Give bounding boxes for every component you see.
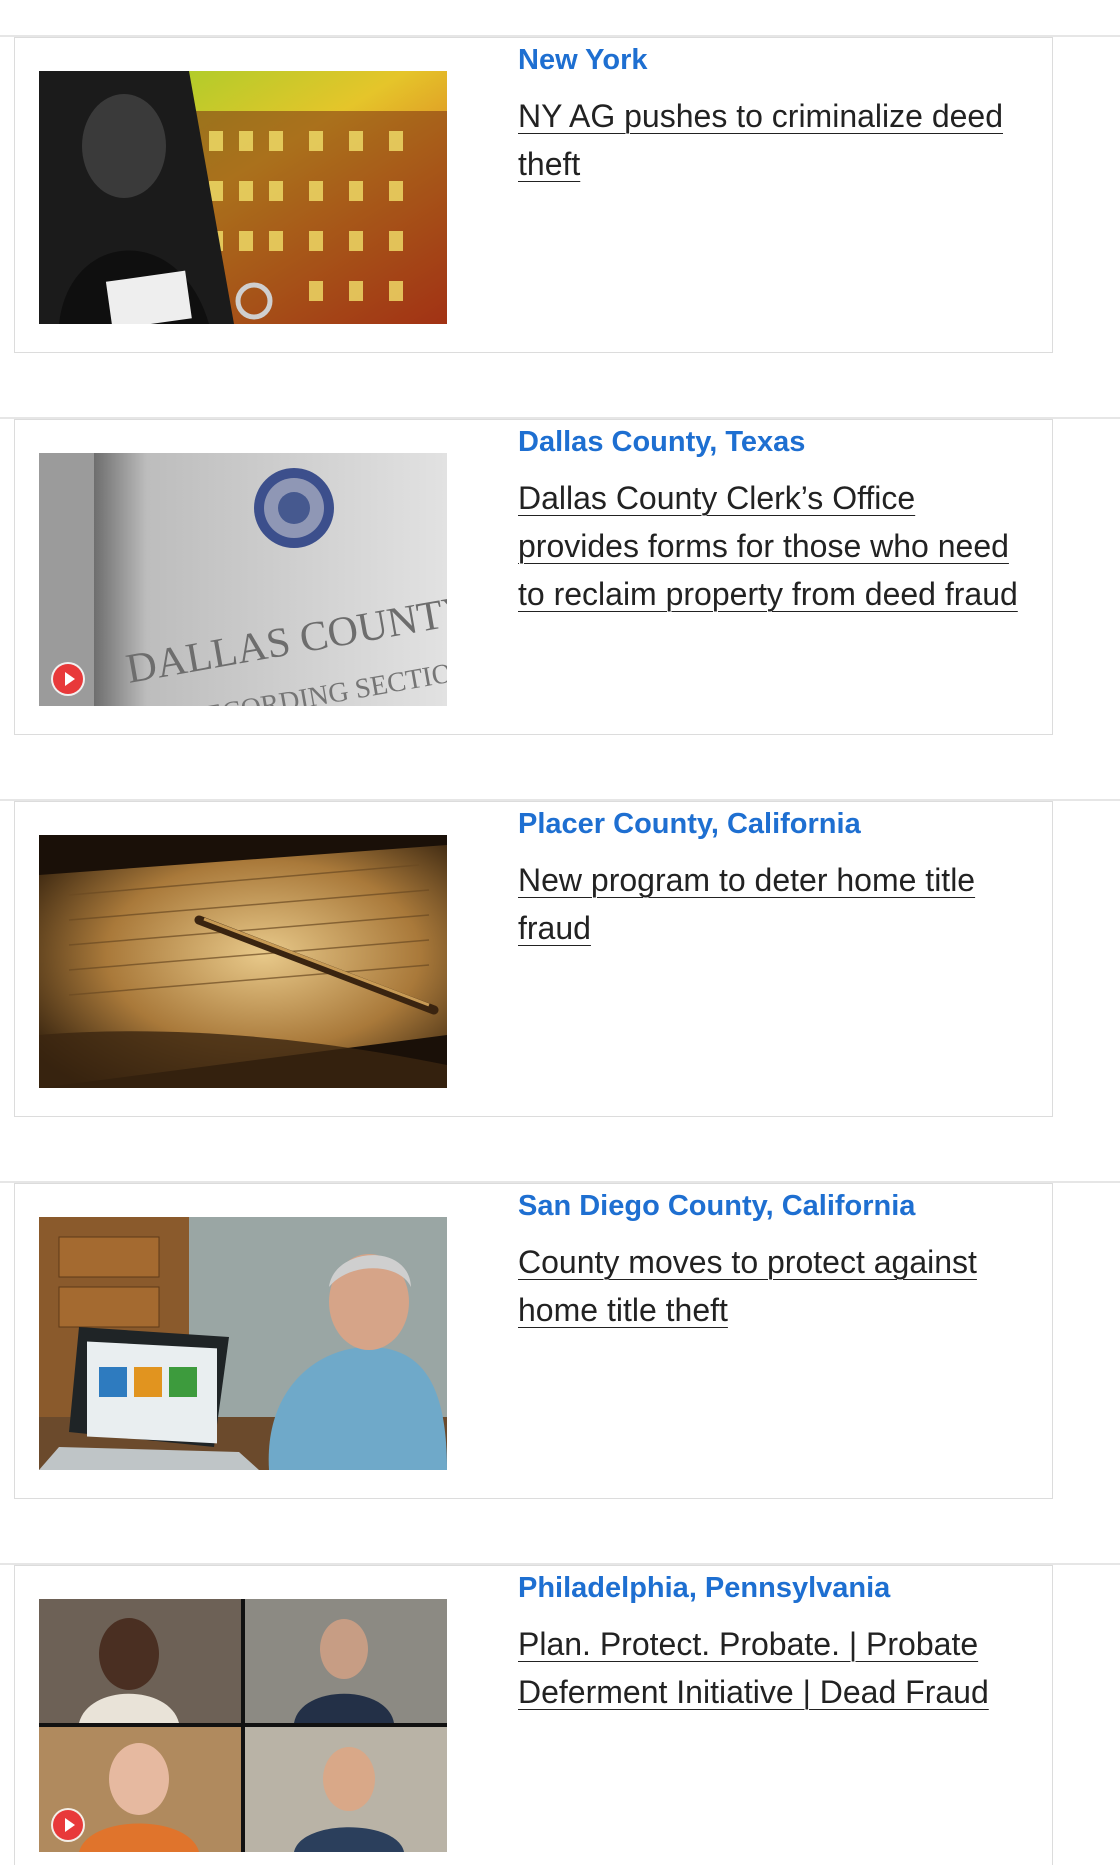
article-card[interactable]: Philadelphia, Pennsylvania Plan. Protect…: [14, 1565, 1053, 1865]
article-card[interactable]: DALLAS COUNTY CLERK RECORDING SECTION Da…: [14, 419, 1053, 735]
article-location: Dallas County, Texas: [518, 426, 806, 458]
article-thumbnail[interactable]: [39, 835, 447, 1088]
play-button-icon[interactable]: [53, 664, 83, 694]
thumbnail-old-deed: [39, 835, 447, 1088]
thumbnail-man-laptop: [39, 1217, 447, 1470]
article-thumbnail[interactable]: [39, 1217, 447, 1470]
article-thumbnail[interactable]: [39, 71, 447, 324]
article-card[interactable]: San Diego County, California County move…: [14, 1183, 1053, 1499]
article-thumbnail[interactable]: DALLAS COUNTY CLERK RECORDING SECTION: [39, 453, 447, 706]
thumbnail-dallas-clerk: DALLAS COUNTY CLERK RECORDING SECTION: [39, 453, 447, 706]
article-location: New York: [518, 44, 648, 76]
thumbnail-ny-ag: [39, 71, 447, 324]
article-location: Placer County, California: [518, 808, 861, 840]
play-button-icon[interactable]: [53, 1810, 83, 1840]
article-title-link[interactable]: County moves to protect against home tit…: [518, 1238, 1038, 1334]
thumbnail-video-call: [39, 1599, 447, 1852]
article-card[interactable]: Placer County, California New program to…: [14, 801, 1053, 1117]
article-feed: New York NY AG pushes to criminalize dee…: [0, 0, 1120, 1865]
article-title-link[interactable]: Dallas County Clerk’s Office provides fo…: [518, 474, 1038, 618]
article-title-link[interactable]: NY AG pushes to criminalize deed theft: [518, 92, 1038, 188]
article-card[interactable]: New York NY AG pushes to criminalize dee…: [14, 37, 1053, 353]
article-title-link[interactable]: New program to deter home title fraud: [518, 856, 1038, 952]
article-location: Philadelphia, Pennsylvania: [518, 1572, 891, 1604]
article-title-link[interactable]: Plan. Protect. Probate. | Probate Deferm…: [518, 1620, 1038, 1716]
article-location: San Diego County, California: [518, 1190, 916, 1222]
article-thumbnail[interactable]: [39, 1599, 447, 1852]
